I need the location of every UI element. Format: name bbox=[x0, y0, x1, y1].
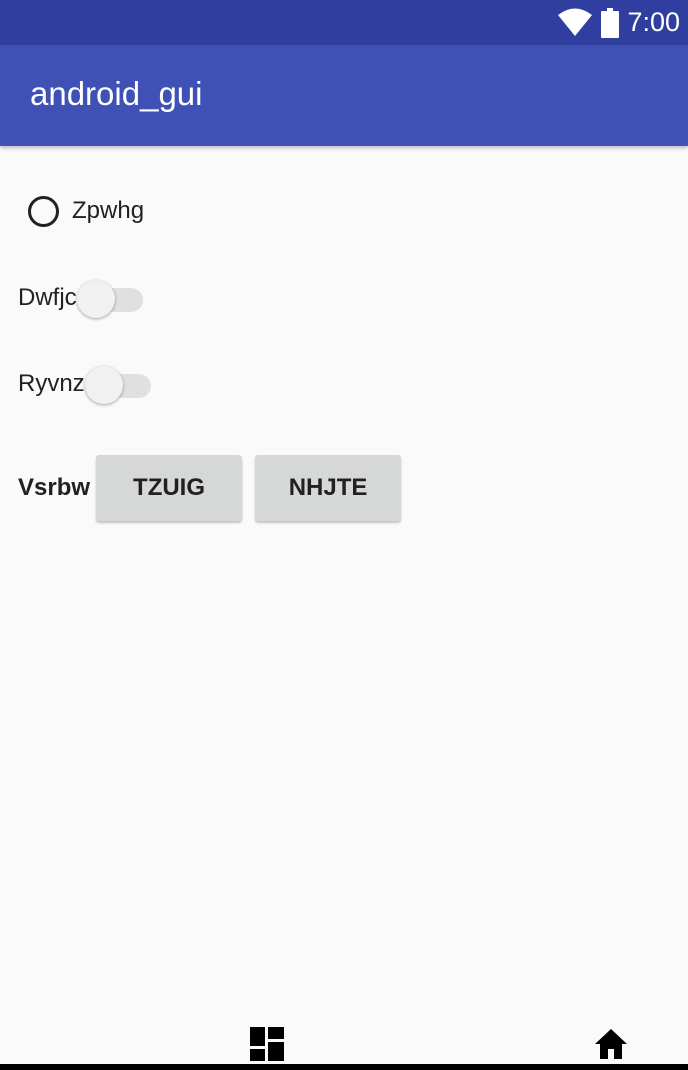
button-group: Vsrbw TZUIG NHJTE bbox=[18, 455, 414, 521]
switch-label: Ryvnz bbox=[18, 370, 85, 397]
switch-row-1: Dwfjc bbox=[18, 278, 143, 318]
navigation-bar bbox=[0, 1020, 688, 1070]
wifi-icon bbox=[558, 8, 593, 36]
switch-row-2: Ryvnz bbox=[18, 364, 151, 404]
nav-bar-line bbox=[0, 1064, 688, 1070]
radio-option[interactable]: Zpwhg bbox=[28, 191, 144, 231]
switch-label: Dwfjc bbox=[18, 284, 77, 311]
tzuig-button[interactable]: TZUIG bbox=[96, 455, 243, 521]
home-icon[interactable] bbox=[594, 1027, 628, 1061]
radio-label: Zpwhg bbox=[72, 197, 145, 224]
toggle-switch[interactable] bbox=[84, 364, 151, 404]
app-title: android_gui bbox=[30, 75, 203, 112]
switch-thumb[interactable] bbox=[76, 280, 115, 318]
status-bar: 7:00 bbox=[0, 0, 688, 45]
radio-button-icon[interactable] bbox=[28, 195, 59, 227]
app-bar: android_gui bbox=[0, 45, 688, 146]
switch-thumb[interactable] bbox=[84, 366, 123, 404]
nhjte-button[interactable]: NHJTE bbox=[255, 455, 402, 521]
toggle-switch[interactable] bbox=[76, 278, 143, 318]
dashboard-icon[interactable] bbox=[250, 1027, 284, 1061]
battery-icon bbox=[601, 7, 620, 38]
button-group-label: Vsrbw bbox=[18, 474, 91, 501]
content-area: Zpwhg Dwfjc Ryvnz Vsrbw TZUIG NHJTE bbox=[0, 146, 688, 1036]
status-clock: 7:00 bbox=[627, 7, 680, 37]
status-icons: 7:00 bbox=[557, 0, 680, 45]
